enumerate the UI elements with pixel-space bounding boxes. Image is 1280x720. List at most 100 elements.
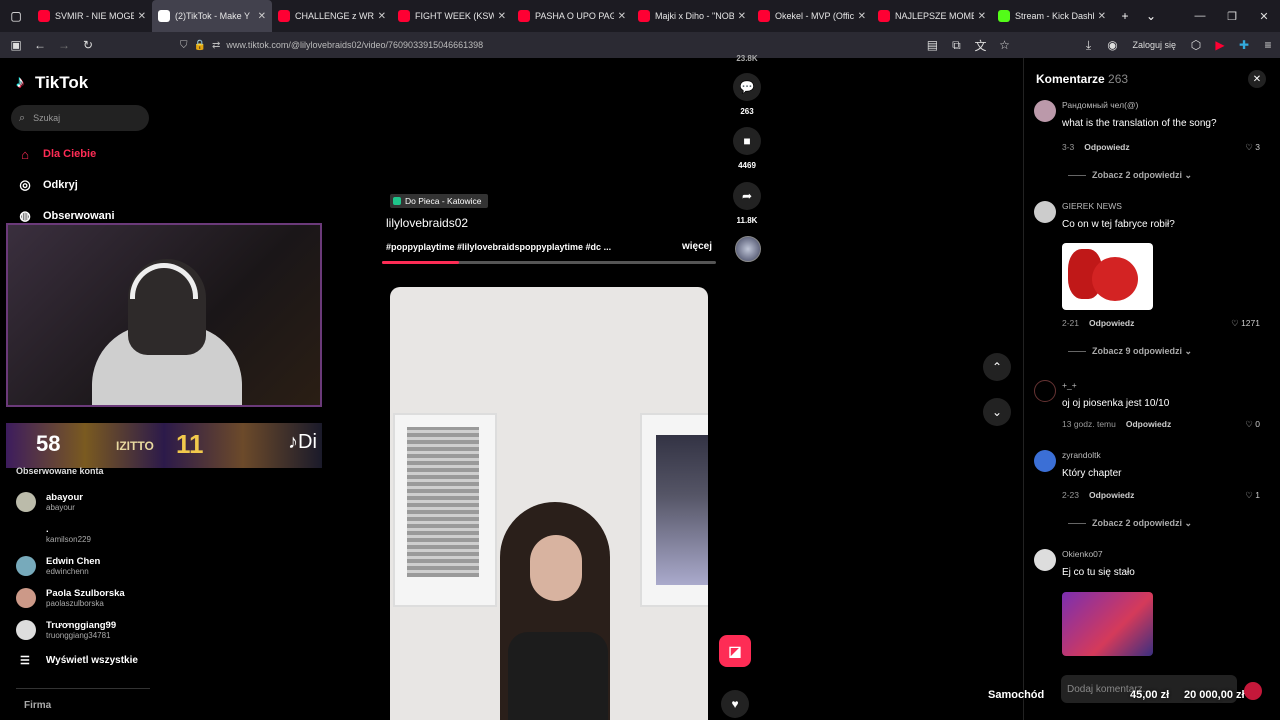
new-tab-icon[interactable]: + [1112,9,1138,23]
browser-tab[interactable]: PASHA O UPO PAGO | ✕ [512,0,632,32]
forward-icon[interactable]: → [52,38,76,52]
browser-tab[interactable]: SVMIR - NIE MOGE SPA ✕ [32,0,152,32]
compass-icon: ◎ [19,177,31,192]
account-item[interactable]: Trươnggiang99 truonggiang34781 [16,617,116,643]
reload-icon[interactable]: ↻ [76,38,100,52]
browser-tab[interactable]: FIGHT WEEK (KSW 116 ✕ [392,0,512,32]
bookmark-count: 4469 [738,161,756,170]
nav-explore[interactable]: ◎ Odkryj [16,174,78,196]
login-button[interactable]: Zaloguj się [1132,40,1176,50]
comment-username[interactable]: Okienko07 [1062,549,1103,559]
profile-chip-icon[interactable]: ◪ [719,635,751,667]
bookmark-action[interactable]: ■ 4469 [733,127,761,170]
pip-icon[interactable]: ⧉ [944,38,968,53]
close-comments-icon[interactable]: ✕ [1248,70,1266,88]
close-tab-icon[interactable]: ✕ [738,11,746,22]
heart-outline-icon: ♡ [1245,142,1253,152]
tab-title: Okekel - MVP (Official [775,11,854,21]
browser-tab[interactable]: Okekel - MVP (Official ✕ [752,0,872,32]
reply-button[interactable]: Odpowiedz [1089,318,1134,328]
location-tag[interactable]: Do Pieca - Katowice [390,194,488,208]
close-window-icon[interactable]: ✕ [1248,10,1280,23]
nav-for-you[interactable]: ⌂ Dla Ciebie [16,143,96,165]
minimize-icon[interactable]: — [1184,10,1216,22]
view-replies-button[interactable]: Zobacz 9 odpowiedzi ⌄ [1068,346,1192,357]
view-replies-button[interactable]: Zobacz 2 odpowiedzi ⌄ [1068,518,1192,529]
record-icon [1244,682,1262,700]
avatar[interactable] [1034,100,1056,122]
tiktok-logo[interactable]: ♪ TikTok [16,73,88,93]
next-video[interactable] [390,287,708,720]
reply-button[interactable]: Odpowiedz [1089,490,1134,500]
extension-icon[interactable]: ✚ [1232,38,1256,52]
avatar[interactable] [1034,549,1056,571]
previous-video-chevron-up-icon[interactable]: ⌃ [983,353,1011,381]
reader-icon[interactable]: ▤ [920,38,944,52]
comment-like[interactable]: ♡ 3 [1245,142,1260,153]
comment-username[interactable]: +_+ [1062,380,1077,390]
video-progress-bar[interactable] [382,261,716,264]
browser-tab[interactable]: Majki x Diho - "NOBOP ✕ [632,0,752,32]
star-icon[interactable]: ☆ [992,38,1016,52]
video-author[interactable]: lilylovebraids02 [386,216,468,230]
creator-avatar[interactable] [735,236,761,262]
youtube-extension-icon[interactable]: ▶ [1208,38,1232,52]
translate-icon[interactable]: 文 [968,37,992,54]
browser-tab[interactable]: (2)TikTok - Make Y ✕ [152,0,272,32]
view-replies-button[interactable]: Zobacz 2 odpowiedzi ⌄ [1068,170,1192,181]
browser-tab[interactable]: Stream - Kick Dashboar ✕ [992,0,1112,32]
more-button[interactable]: więcej [682,241,712,252]
video-person-top [508,632,608,720]
comment-image[interactable] [1062,243,1153,310]
comment-username[interactable]: GIEREK NEWS [1062,201,1122,211]
heart-icon[interactable]: ♥ [721,690,749,718]
close-tab-icon[interactable]: ✕ [138,11,146,22]
show-all-label: Wyświetl wszystkie [45,655,138,666]
close-tab-icon[interactable]: ✕ [498,11,506,22]
avatar[interactable] [1034,450,1056,472]
comment-icon[interactable]: 💬 [733,73,761,101]
close-tab-icon[interactable]: ✕ [618,11,626,22]
tab-menu-chevron-icon[interactable]: ⌄ [1138,9,1164,23]
next-video-chevron-down-icon[interactable]: ⌄ [983,398,1011,426]
video-hashtags[interactable]: #poppyplaytime #lilylovebraidspoppyplayt… [386,242,611,252]
search-input[interactable]: ⌕ Szukaj [11,105,149,131]
account-item[interactable]: Edwin Chen edwinchenn [16,553,100,579]
address-bar[interactable]: ⛉ 🔒 ⇄ www.tiktok.com/@lilylovebraids02/v… [180,35,1010,55]
tab-overview-icon[interactable]: ▢ [0,9,32,23]
comment-like[interactable]: ♡ 1271 [1231,318,1260,329]
footer-company-link[interactable]: Firma [24,700,51,711]
close-tab-icon[interactable]: ✕ [858,11,866,22]
account-item[interactable]: abayour abayour [16,489,83,515]
share-icon[interactable]: ➦ [733,182,761,210]
account-icon[interactable]: ◉ [1100,38,1124,52]
close-tab-icon[interactable]: ✕ [1098,11,1106,22]
comment-image[interactable] [1062,592,1153,656]
bookmark-icon[interactable]: ■ [733,127,761,155]
avatar[interactable] [1034,201,1056,223]
download-icon[interactable]: ⤓ [1076,38,1100,53]
back-icon[interactable]: ← [28,38,52,52]
comment-username[interactable]: Рандомный чел(@) [1062,100,1138,110]
account-item[interactable]: Paola Szulborska paolaszulborska [16,585,125,611]
comment-like[interactable]: ♡ 1 [1245,490,1260,501]
avatar[interactable] [1034,380,1056,402]
reply-button[interactable]: Odpowiedz [1084,142,1129,152]
close-tab-icon[interactable]: ✕ [258,11,266,22]
sidebar-toggle-icon[interactable]: ▣ [4,38,28,52]
comment-action[interactable]: 💬 263 [733,73,761,116]
close-tab-icon[interactable]: ✕ [378,11,386,22]
browser-tab[interactable]: CHALLENGE z WRONK ✕ [272,0,392,32]
comment-like[interactable]: ♡ 0 [1245,419,1260,430]
show-all-button[interactable]: ☰ Wyświetl wszystkie [20,654,138,667]
share-action[interactable]: ➦ 11.8K [733,182,761,225]
screen: ▢ SVMIR - NIE MOGE SPA✕(2)TikTok - Make … [0,0,1280,720]
menu-icon[interactable]: ≡ [1256,38,1280,52]
account-item[interactable]: . kamilson229 [16,521,91,547]
reply-button[interactable]: Odpowiedz [1126,419,1171,429]
comment-username[interactable]: zyrandoltk [1062,450,1101,460]
restore-icon[interactable]: ❐ [1216,10,1248,23]
close-tab-icon[interactable]: ✕ [978,11,986,22]
browser-tab[interactable]: NAJLEPSZE MOMENTY ✕ [872,0,992,32]
extensions-icon[interactable]: ⬡ [1184,38,1208,52]
